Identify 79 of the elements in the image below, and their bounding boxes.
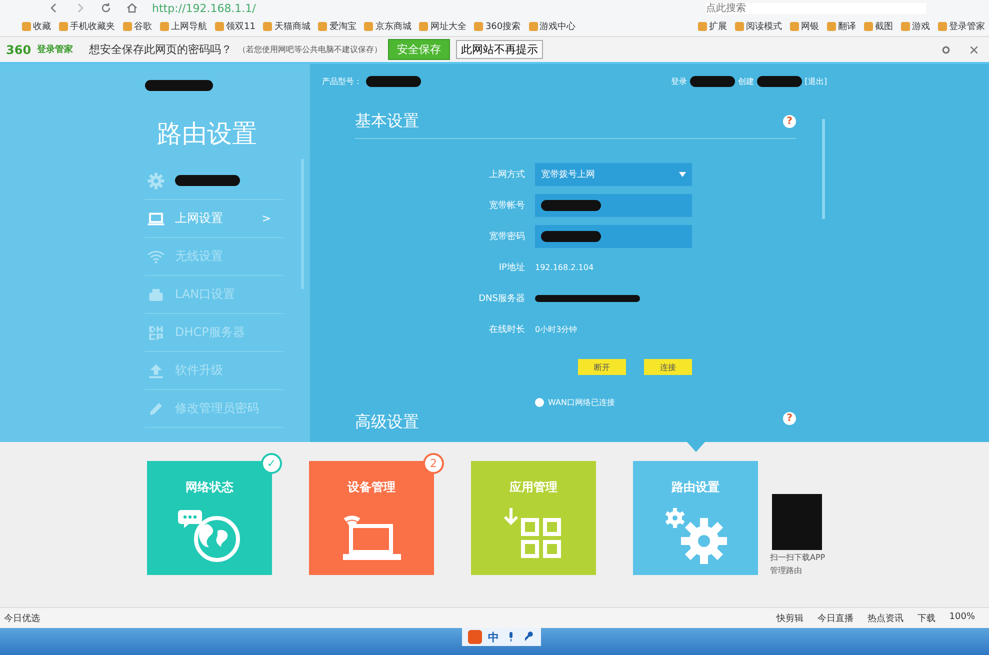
status-link[interactable]: 今日直播 bbox=[817, 612, 854, 624]
help-icon[interactable]: ? bbox=[783, 412, 796, 425]
caret-icon bbox=[679, 172, 686, 177]
connection-status: WAN口网络已连接 bbox=[548, 397, 615, 408]
status-link[interactable]: 下载 bbox=[917, 612, 936, 624]
page-title: 路由设置 bbox=[157, 118, 258, 150]
never-button[interactable]: 此网站不再提示 bbox=[456, 40, 544, 59]
bookmark-link[interactable]: 上网导航 bbox=[160, 20, 207, 32]
redaction-mark bbox=[366, 76, 421, 87]
close-icon[interactable] bbox=[969, 44, 979, 54]
status-link[interactable]: 热点资讯 bbox=[867, 612, 904, 624]
dhcp-icon bbox=[147, 324, 165, 342]
toolbar-link[interactable]: 翻译 bbox=[827, 20, 856, 32]
input-field[interactable] bbox=[535, 225, 692, 248]
tile-badge: ✓ bbox=[261, 453, 282, 474]
tile-label: 应用管理 bbox=[510, 479, 558, 496]
status-link[interactable]: 今日优选 bbox=[4, 612, 40, 624]
bookmark-link[interactable]: 手机收藏夹 bbox=[59, 20, 115, 32]
scrollbar[interactable] bbox=[822, 119, 825, 219]
bookmark-link[interactable]: 领双11 bbox=[215, 20, 256, 32]
qr-code-placeholder bbox=[772, 494, 822, 550]
bookmark-link[interactable]: 谷歌 bbox=[123, 20, 152, 32]
field-value: 0小时3分钟 bbox=[535, 324, 578, 335]
field-label: 宽带帐号 bbox=[488, 200, 525, 212]
create-label: 创建 bbox=[738, 76, 754, 87]
redaction-mark bbox=[541, 200, 601, 211]
toolbar-link[interactable]: 游戏 bbox=[901, 20, 930, 32]
gear-icon bbox=[147, 172, 165, 190]
toolbar-link[interactable]: 网银 bbox=[790, 20, 819, 32]
field-label: IP地址 bbox=[498, 262, 525, 274]
redaction-mark bbox=[541, 231, 601, 242]
field-value: 192.168.2.104 bbox=[535, 263, 594, 272]
section-title: 基本设置 bbox=[355, 111, 419, 132]
bookmark-link[interactable]: 爱淘宝 bbox=[318, 20, 356, 32]
ime-mode[interactable]: 中 bbox=[488, 630, 499, 644]
section-title: 高级设置 bbox=[355, 412, 419, 433]
tile-label: 网络状态 bbox=[186, 479, 234, 496]
bookmark-link[interactable]: 收藏 bbox=[22, 20, 51, 32]
qr-caption: 管理路由 bbox=[770, 565, 803, 576]
bookmark-link[interactable]: 网址大全 bbox=[419, 20, 466, 32]
toolbar-link[interactable]: 登录管家 bbox=[938, 20, 985, 32]
redaction-mark bbox=[690, 76, 735, 87]
redaction-mark bbox=[145, 80, 213, 91]
model-label: 产品型号： bbox=[322, 76, 362, 87]
action-button[interactable]: 连接 bbox=[644, 359, 692, 375]
zoom-level[interactable]: 100% bbox=[949, 612, 975, 624]
brand-name: 登录管家 bbox=[37, 43, 74, 56]
tile-label: 路由设置 bbox=[672, 479, 720, 496]
brand-logo: 360 bbox=[6, 42, 32, 56]
connected-icon bbox=[535, 398, 544, 407]
toolbar-link[interactable]: 截图 bbox=[864, 20, 893, 32]
bookmark-link[interactable]: 游戏中心 bbox=[528, 20, 576, 32]
input-field[interactable] bbox=[535, 194, 692, 217]
tile-badge: 2 bbox=[423, 453, 444, 474]
tile-label: 设备管理 bbox=[348, 479, 396, 496]
help-icon[interactable]: ? bbox=[783, 115, 796, 128]
field-label: 上网方式 bbox=[488, 168, 525, 181]
reload-icon[interactable] bbox=[100, 2, 112, 14]
qr-caption: 扫一扫下载APP bbox=[770, 552, 826, 563]
toolbar-link[interactable]: 阅读模式 bbox=[735, 20, 782, 32]
upload-icon bbox=[147, 362, 165, 380]
gears-icon bbox=[662, 506, 728, 564]
bookmark-link[interactable]: 天猫商城 bbox=[263, 20, 310, 32]
prompt-note: （若您使用网吧等公共电脑不建议保存） bbox=[238, 44, 382, 55]
status-link[interactable]: 快剪辑 bbox=[776, 612, 804, 624]
field-label: 宽带密码 bbox=[488, 230, 525, 243]
search-field[interactable]: 点此搜索 bbox=[706, 2, 926, 14]
redaction-mark bbox=[175, 175, 240, 186]
field-label: DNS服务器 bbox=[478, 292, 525, 305]
toolbar-link[interactable]: 扩展 bbox=[698, 20, 727, 32]
login-label: 登录 bbox=[670, 76, 687, 87]
bookmark-link[interactable]: 360搜索 bbox=[474, 20, 521, 32]
field-label: 在线时长 bbox=[488, 324, 525, 336]
scrollbar[interactable] bbox=[301, 159, 304, 289]
home-icon[interactable] bbox=[126, 2, 138, 14]
redaction-mark bbox=[756, 76, 802, 87]
action-button[interactable]: 断开 bbox=[578, 359, 626, 375]
bookmark-link[interactable]: 京东商城 bbox=[364, 20, 412, 32]
save-password-prompt: 想安全保存此网页的密码吗？ bbox=[89, 42, 232, 57]
